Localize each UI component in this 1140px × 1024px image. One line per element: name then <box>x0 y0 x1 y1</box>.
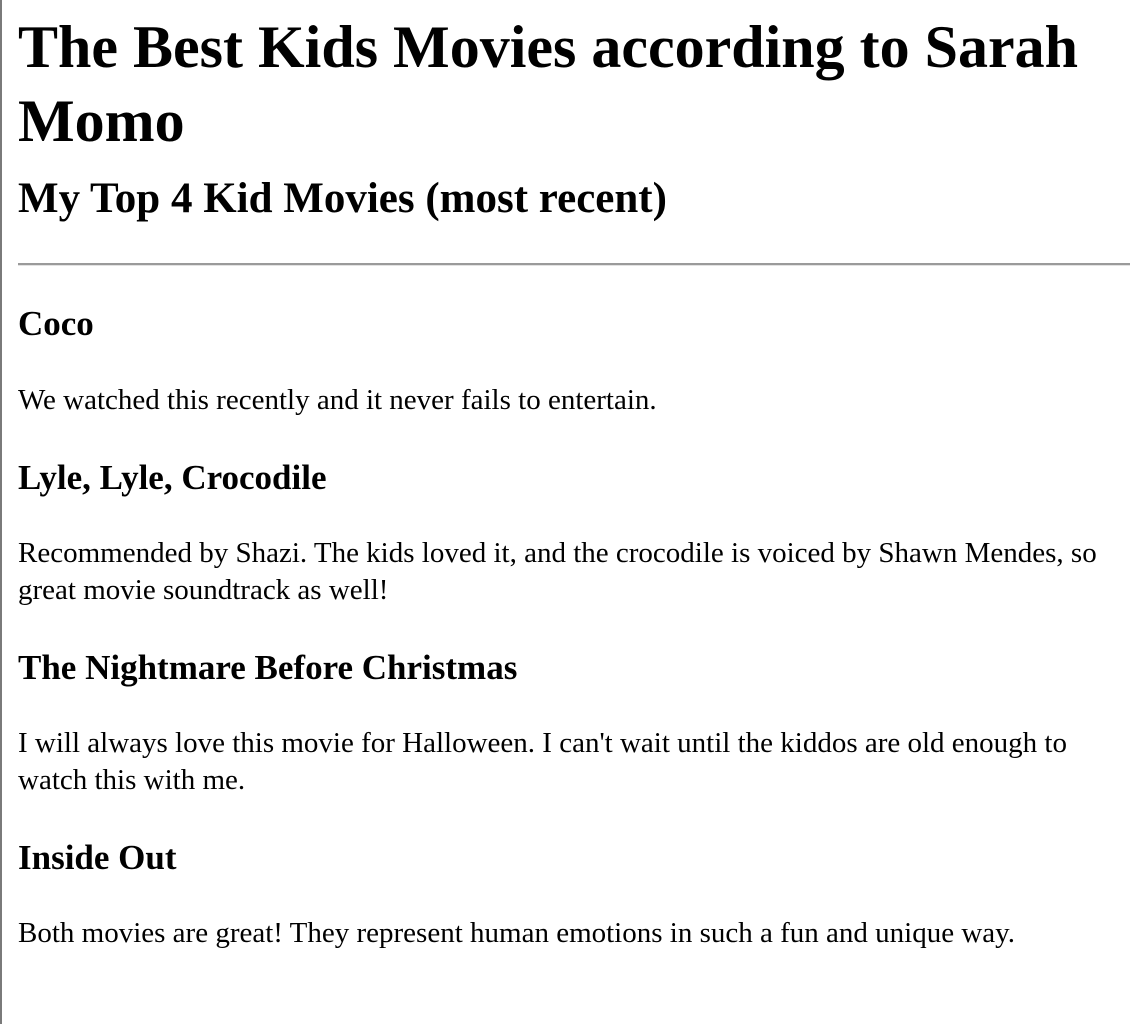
movie-item-the-nightmare-before-christmas: The Nightmare Before Christmas I will al… <box>18 648 1130 799</box>
movie-description: We watched this recently and it never fa… <box>18 384 657 416</box>
movie-item-lyle-lyle-crocodile: Lyle, Lyle, Crocodile Recommended by Sha… <box>18 458 1130 609</box>
movie-description: Recommended by Shazi. The kids loved it,… <box>18 537 1097 606</box>
horizontal-divider <box>18 263 1130 266</box>
page-title: The Best Kids Movies according to Sarah … <box>18 14 1078 154</box>
movie-title: Coco <box>18 304 94 343</box>
movie-title: The Nightmare Before Christmas <box>18 648 518 687</box>
movie-description: I will always love this movie for Hallow… <box>18 727 1067 796</box>
movie-item-inside-out: Inside Out Both movies are great! They r… <box>18 838 1130 952</box>
movie-item-coco: Coco We watched this recently and it nev… <box>18 304 1130 419</box>
movie-title: Inside Out <box>18 838 177 877</box>
movie-title: Lyle, Lyle, Crocodile <box>18 458 327 497</box>
movie-description: Both movies are great! They represent hu… <box>18 917 1016 949</box>
page-subtitle: My Top 4 Kid Movies (most recent) <box>18 175 667 222</box>
left-border-line <box>0 0 2 1024</box>
page-content: The Best Kids Movies according to Sarah … <box>18 0 1130 952</box>
movie-list: Coco We watched this recently and it nev… <box>18 304 1130 952</box>
